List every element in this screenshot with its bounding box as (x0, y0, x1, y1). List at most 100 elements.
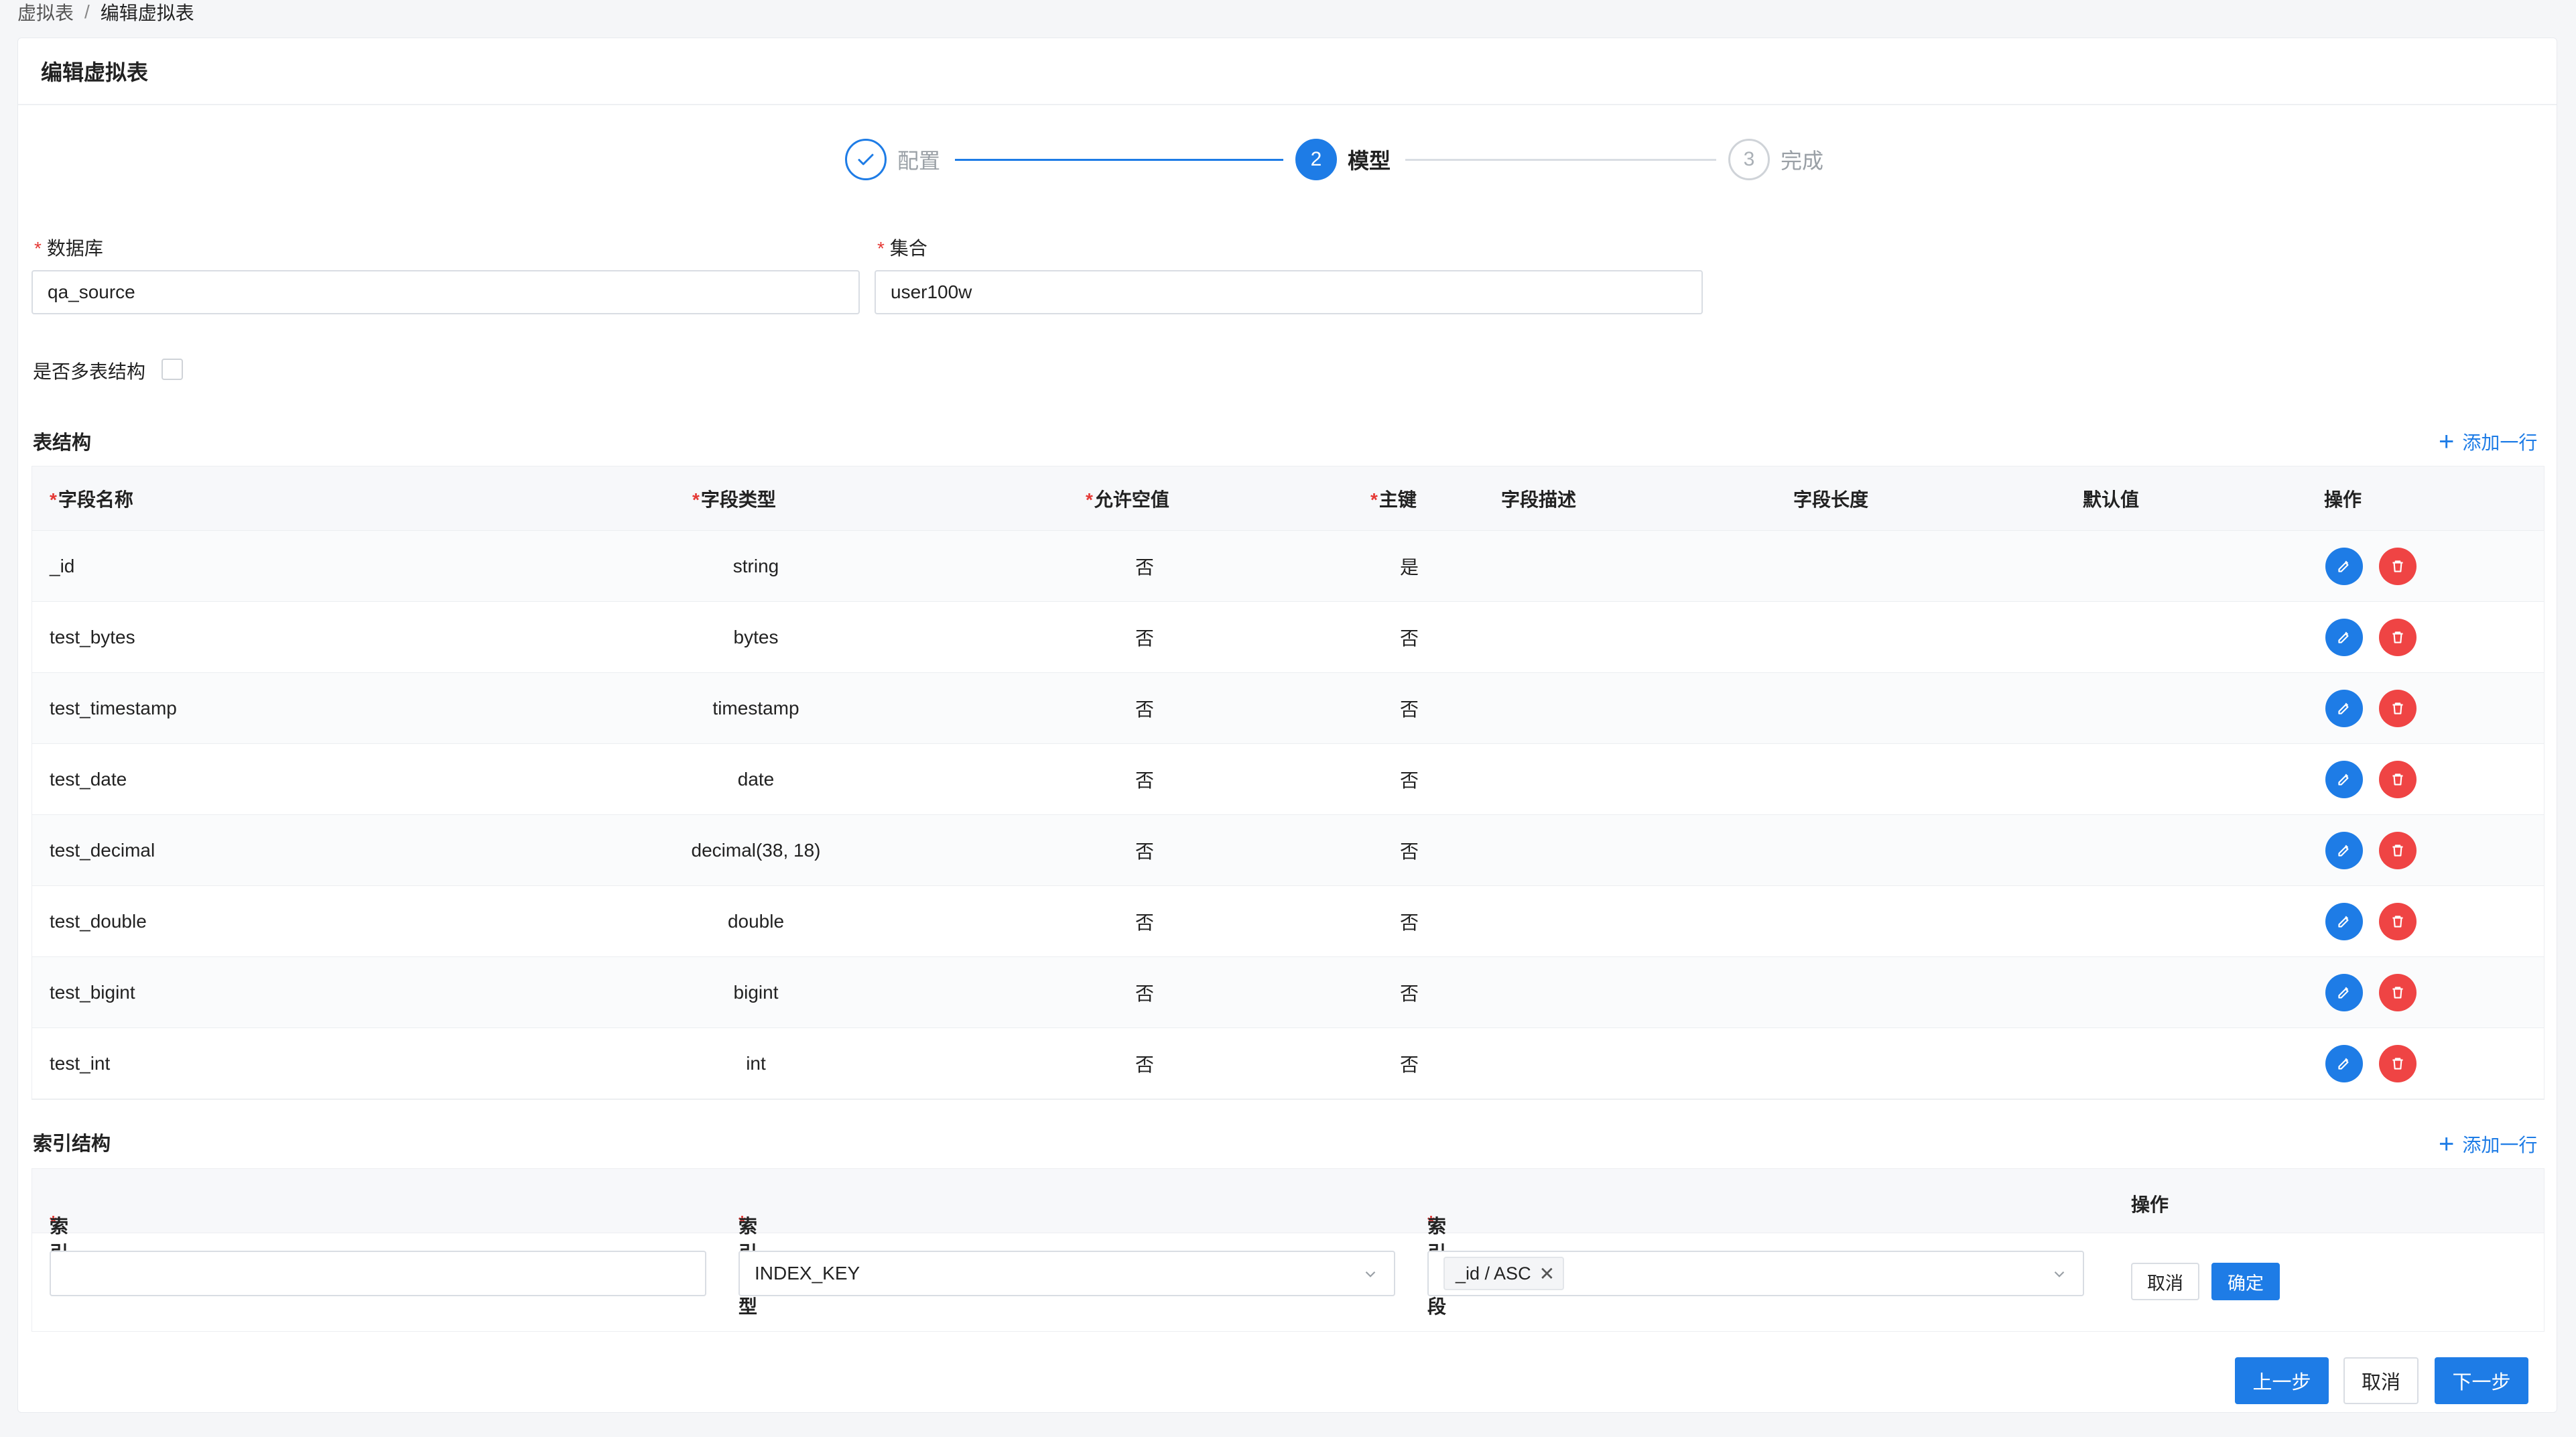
field-pk: 否 (1399, 627, 1419, 649)
col-header-default: 默认值 (2083, 489, 2140, 510)
field-nullable: 否 (1135, 840, 1154, 862)
edit-icon[interactable] (2325, 831, 2363, 869)
field-name: test_bytes (50, 626, 135, 647)
delete-icon[interactable] (2379, 973, 2417, 1011)
multi-table-checkbox[interactable] (162, 359, 183, 380)
page-title: 编辑虚拟表 (18, 38, 2557, 105)
step-number: 2 (1295, 139, 1337, 180)
delete-icon[interactable] (2379, 760, 2417, 798)
delete-icon[interactable] (2379, 831, 2417, 869)
index-add-row-button[interactable]: + 添加一行 (2439, 1131, 2537, 1158)
table-row: test_timestamp timestamp 否 否 (32, 673, 2544, 744)
row-actions (2325, 618, 2417, 656)
col-header-length: 字段长度 (1793, 489, 1869, 510)
index-fields-select[interactable]: _id / ASC ✕ (1427, 1251, 2084, 1296)
col-header-pk: 主键 (1378, 489, 1417, 510)
step-config: 配置 (845, 139, 940, 180)
step-label: 配置 (897, 149, 941, 173)
index-table: *索引 *索引类型 *索引字段 操作 INDEX_KEY _id / ASC ✕ (31, 1168, 2545, 1332)
field-nullable: 否 (1135, 627, 1154, 649)
schema-title: 表结构 (33, 432, 92, 454)
col-header-nullable: 允许空值 (1094, 489, 1169, 510)
breadcrumb-parent[interactable]: 虚拟表 (17, 0, 74, 25)
table-row: _id string 否 是 (32, 531, 2544, 602)
step-label: 模型 (1348, 149, 1391, 173)
breadcrumb: 虚拟表 / 编辑虚拟表 (17, 0, 194, 24)
collection-input[interactable]: user100w (875, 270, 1703, 314)
step-done: 3 完成 (1728, 139, 1823, 180)
schema-add-row-button[interactable]: + 添加一行 (2439, 428, 2537, 455)
index-name-input[interactable] (50, 1251, 706, 1296)
field-type: decimal(38, 18) (691, 839, 821, 861)
next-step-button[interactable]: 下一步 (2435, 1357, 2528, 1404)
field-name: test_timestamp (50, 697, 177, 718)
table-row: test_bytes bytes 否 否 (32, 602, 2544, 673)
field-pk: 否 (1399, 912, 1419, 933)
delete-icon[interactable] (2379, 547, 2417, 585)
field-pk: 否 (1399, 1054, 1419, 1075)
field-nullable: 否 (1135, 983, 1154, 1004)
edit-card: 编辑虚拟表 配置 2 模型 3 完成 * 数据库 qa_source * 集合 us… (17, 38, 2557, 1413)
prev-step-button[interactable]: 上一步 (2235, 1357, 2329, 1404)
field-name: test_bigint (50, 981, 135, 1003)
cancel-button[interactable]: 取消 (2343, 1357, 2419, 1404)
schema-table-header: *字段名称 *字段类型 *允许空值 *主键 字段描述 字段长度 默认值 操作 (32, 466, 2544, 531)
index-field-tag-label: _id / ASC (1456, 1263, 1531, 1284)
field-type: bytes (733, 626, 779, 647)
index-confirm-button[interactable]: 确定 (2211, 1263, 2280, 1300)
index-row: INDEX_KEY _id / ASC ✕ 取消 确定 (32, 1233, 2544, 1331)
field-type: string (732, 555, 779, 576)
close-icon[interactable]: ✕ (1539, 1263, 1555, 1285)
field-nullable: 否 (1135, 698, 1154, 720)
index-field-tag: _id / ASC ✕ (1443, 1257, 1565, 1290)
edit-icon[interactable] (2325, 760, 2363, 798)
database-label: * 数据库 (34, 238, 103, 259)
edit-icon[interactable] (2325, 973, 2363, 1011)
breadcrumb-current: 编辑虚拟表 (100, 3, 194, 23)
field-pk: 否 (1399, 698, 1419, 720)
index-cancel-button[interactable]: 取消 (2131, 1263, 2199, 1300)
field-name: _id (50, 555, 75, 576)
schema-table: *字段名称 *字段类型 *允许空值 *主键 字段描述 字段长度 默认值 操作 _… (31, 466, 2545, 1100)
table-row: test_bigint bigint 否 否 (32, 957, 2544, 1028)
delete-icon[interactable] (2379, 618, 2417, 656)
edit-icon[interactable] (2325, 1044, 2363, 1082)
row-actions (2325, 902, 2417, 940)
plus-icon: + (2439, 1129, 2455, 1159)
plus-icon: + (2439, 427, 2455, 456)
col-header-ops: 操作 (2324, 489, 2362, 510)
chevron-down-icon (2051, 1265, 2068, 1288)
delete-icon[interactable] (2379, 902, 2417, 940)
field-type: int (746, 1052, 766, 1074)
edit-icon[interactable] (2325, 689, 2363, 727)
col-header-type: 字段类型 (700, 489, 776, 510)
edit-icon[interactable] (2325, 547, 2363, 585)
field-nullable: 否 (1135, 912, 1154, 933)
table-row: test_int int 否 否 (32, 1028, 2544, 1099)
index-type-value: INDEX_KEY (755, 1263, 860, 1284)
row-actions (2325, 760, 2417, 798)
step-number: 3 (1728, 139, 1770, 180)
index-type-select[interactable]: INDEX_KEY (738, 1251, 1395, 1296)
field-pk: 否 (1399, 840, 1419, 862)
col-header-index-ops: 操作 (2131, 1194, 2169, 1215)
delete-icon[interactable] (2379, 689, 2417, 727)
table-row: test_date date 否 否 (32, 744, 2544, 815)
col-header-desc: 字段描述 (1501, 489, 1577, 510)
delete-icon[interactable] (2379, 1044, 2417, 1082)
field-name: test_int (50, 1052, 111, 1074)
row-actions (2325, 547, 2417, 585)
breadcrumb-separator: / (84, 1, 90, 22)
edit-icon[interactable] (2325, 902, 2363, 940)
field-type: timestamp (712, 697, 799, 718)
edit-icon[interactable] (2325, 618, 2363, 656)
stepper: 配置 2 模型 3 完成 (18, 139, 2557, 195)
index-title: 索引结构 (33, 1133, 111, 1155)
row-actions (2325, 973, 2417, 1011)
database-input[interactable]: qa_source (31, 270, 860, 314)
step-model: 2 模型 (1295, 139, 1391, 180)
field-pk: 否 (1399, 769, 1419, 791)
multi-table-label: 是否多表结构 (33, 361, 146, 382)
col-header-name: 字段名称 (58, 489, 133, 510)
row-actions (2325, 689, 2417, 727)
